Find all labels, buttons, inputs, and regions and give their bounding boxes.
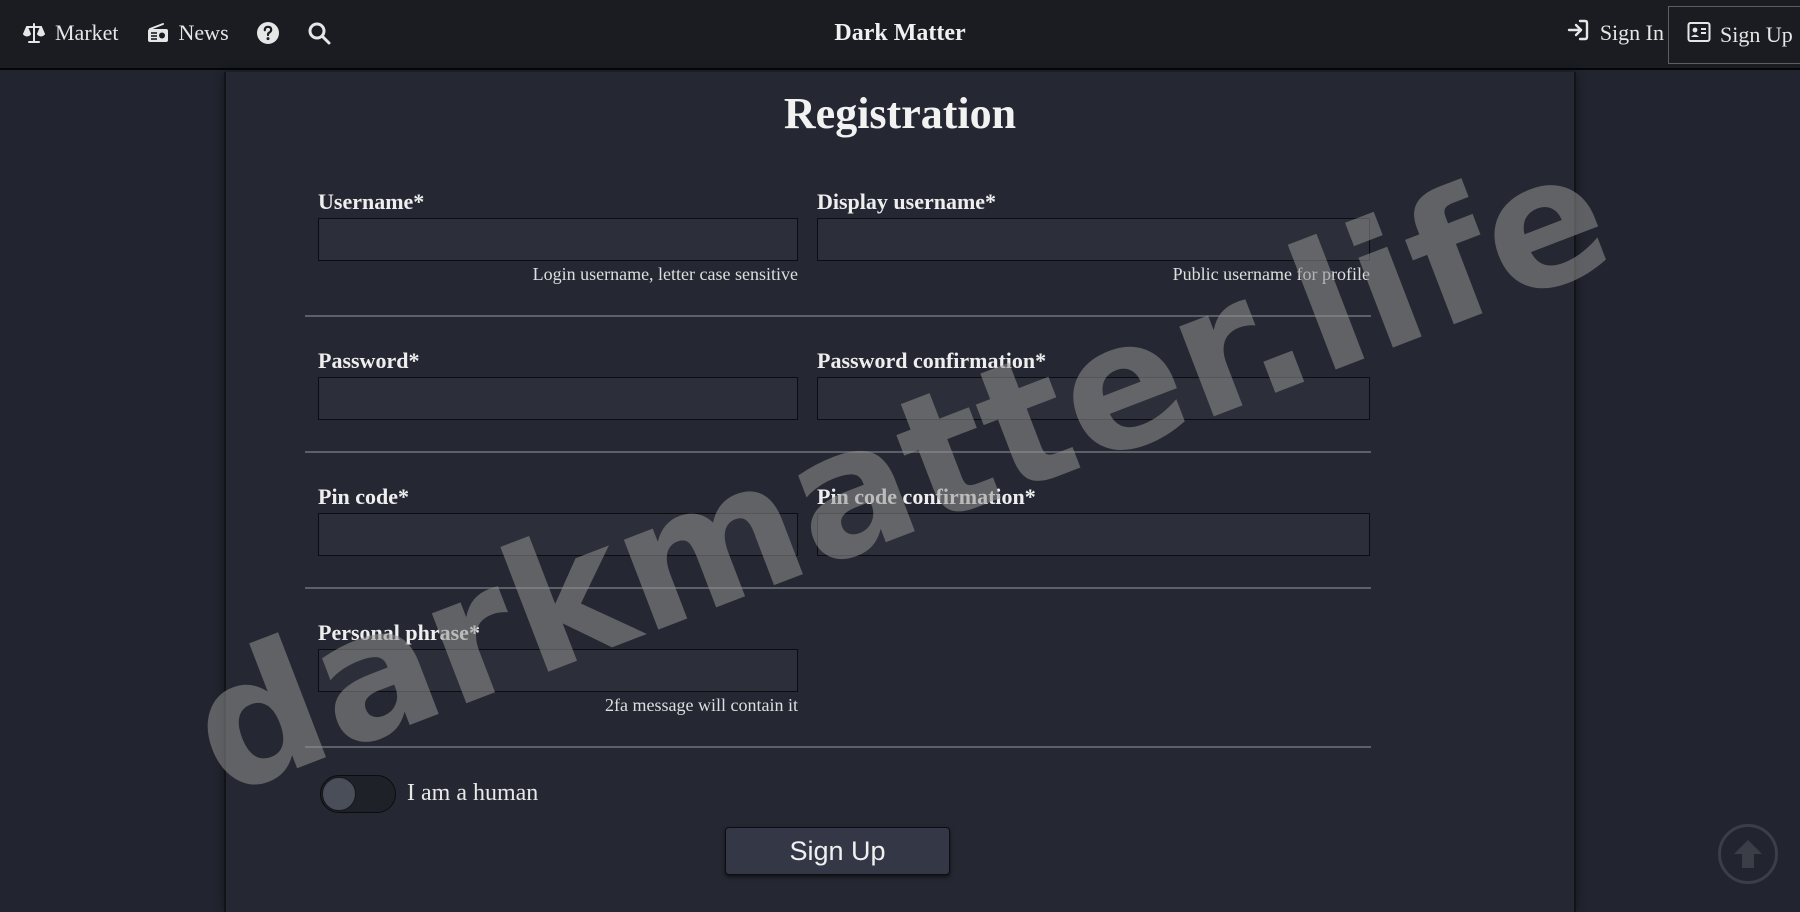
pin-code-confirmation-group: Pin code confirmation* [817, 483, 1370, 556]
divider [305, 746, 1371, 748]
personal-phrase-input[interactable] [318, 649, 798, 692]
username-group: Username* Login username, letter case se… [318, 188, 798, 285]
personal-phrase-help: 2fa message will contain it [605, 695, 798, 715]
personal-phrase-group: Personal phrase* 2fa message will contai… [318, 619, 798, 716]
username-input[interactable] [318, 218, 798, 261]
personal-phrase-label: Personal phrase* [318, 620, 480, 645]
nav-search[interactable] [307, 21, 331, 45]
nav-help[interactable] [256, 21, 280, 45]
id-card-icon [1687, 21, 1711, 49]
signup-link[interactable]: Sign Up [1668, 6, 1800, 64]
password-confirmation-group: Password confirmation* [817, 347, 1370, 420]
top-navbar: Market News Dark Matter Sign In Sign Up [0, 0, 1800, 70]
signup-submit-button[interactable]: Sign Up [725, 827, 950, 875]
divider [305, 451, 1371, 453]
signin-label: Sign In [1599, 20, 1664, 45]
human-toggle[interactable] [320, 775, 396, 813]
divider [305, 315, 1371, 317]
display-username-help: Public username for profile [1172, 264, 1370, 284]
scroll-to-top-button[interactable] [1718, 824, 1778, 884]
divider [305, 587, 1371, 589]
display-username-group: Display username* Public username for pr… [817, 188, 1370, 285]
pin-code-confirmation-label: Pin code confirmation* [817, 484, 1036, 509]
username-help: Login username, letter case sensitive [532, 264, 798, 284]
password-label: Password* [318, 348, 420, 373]
nav-left: Market News [22, 0, 358, 66]
toggle-knob [322, 777, 356, 811]
password-group: Password* [318, 347, 798, 420]
nav-market[interactable]: Market [22, 20, 119, 46]
display-username-label: Display username* [817, 189, 997, 214]
password-confirmation-label: Password confirmation* [817, 348, 1047, 373]
display-username-input[interactable] [817, 218, 1370, 261]
radio-icon [146, 21, 170, 45]
scale-icon [22, 21, 46, 45]
nav-news-label: News [178, 20, 229, 45]
search-icon [307, 21, 331, 45]
nav-news[interactable]: News [146, 20, 229, 46]
password-confirmation-input[interactable] [817, 377, 1370, 420]
help-circle-icon [256, 21, 280, 45]
login-icon [1566, 18, 1590, 48]
human-toggle-label: I am a human [407, 780, 539, 806]
signup-label: Sign Up [1720, 22, 1793, 47]
page-title: Registration [783, 89, 1017, 138]
pin-code-label: Pin code* [318, 484, 410, 509]
username-label: Username* [318, 189, 425, 214]
password-input[interactable] [318, 377, 798, 420]
signin-link[interactable]: Sign In [1566, 18, 1664, 48]
pin-code-confirmation-input[interactable] [817, 513, 1370, 556]
nav-market-label: Market [55, 20, 119, 45]
pin-code-group: Pin code* [318, 483, 798, 556]
pin-code-input[interactable] [318, 513, 798, 556]
